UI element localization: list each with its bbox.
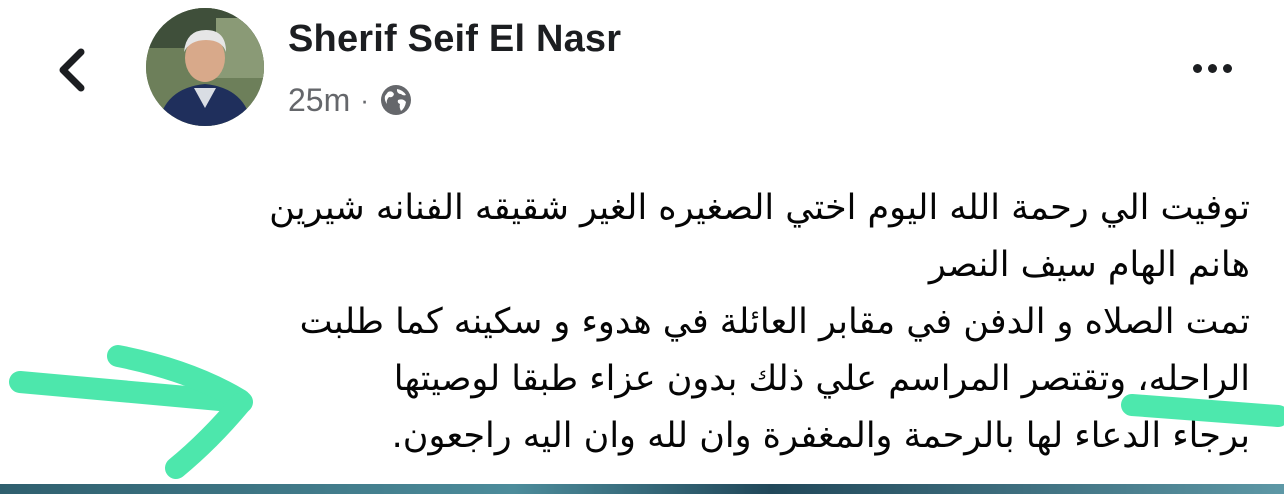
post-line: هانم الهام سيف النصر	[928, 245, 1250, 285]
more-horizontal-icon	[1192, 63, 1202, 73]
profile-photo	[146, 8, 264, 126]
meta-separator: ·	[360, 84, 369, 115]
post-body: توفيت الي رحمة الله اليوم اختي الصغيره ا…	[96, 180, 1250, 465]
post-time[interactable]: 25m	[288, 82, 350, 119]
post-line: برجاء الدعاء لها بالرحمة والمغفرة وان لل…	[391, 416, 1250, 456]
avatar[interactable]	[146, 8, 264, 126]
post-line: توفيت الي رحمة الله اليوم اختي الصغيره ا…	[269, 188, 1250, 228]
globe-icon[interactable]	[379, 83, 413, 117]
media-preview-strip[interactable]	[0, 484, 1284, 494]
post-line: الراحله، وتقتصر المراسم علي ذلك بدون عزا…	[393, 359, 1250, 399]
more-options-button[interactable]	[1180, 50, 1244, 86]
more-horizontal-icon	[1222, 63, 1232, 73]
author-name[interactable]: Sherif Seif El Nasr	[288, 18, 621, 61]
more-horizontal-icon	[1207, 63, 1217, 73]
post-line: تمت الصلاه و الدفن في مقابر العائلة في ه…	[299, 302, 1250, 342]
chevron-left-icon	[59, 48, 85, 92]
back-button[interactable]	[48, 40, 96, 100]
post-meta: 25m ·	[288, 78, 413, 122]
